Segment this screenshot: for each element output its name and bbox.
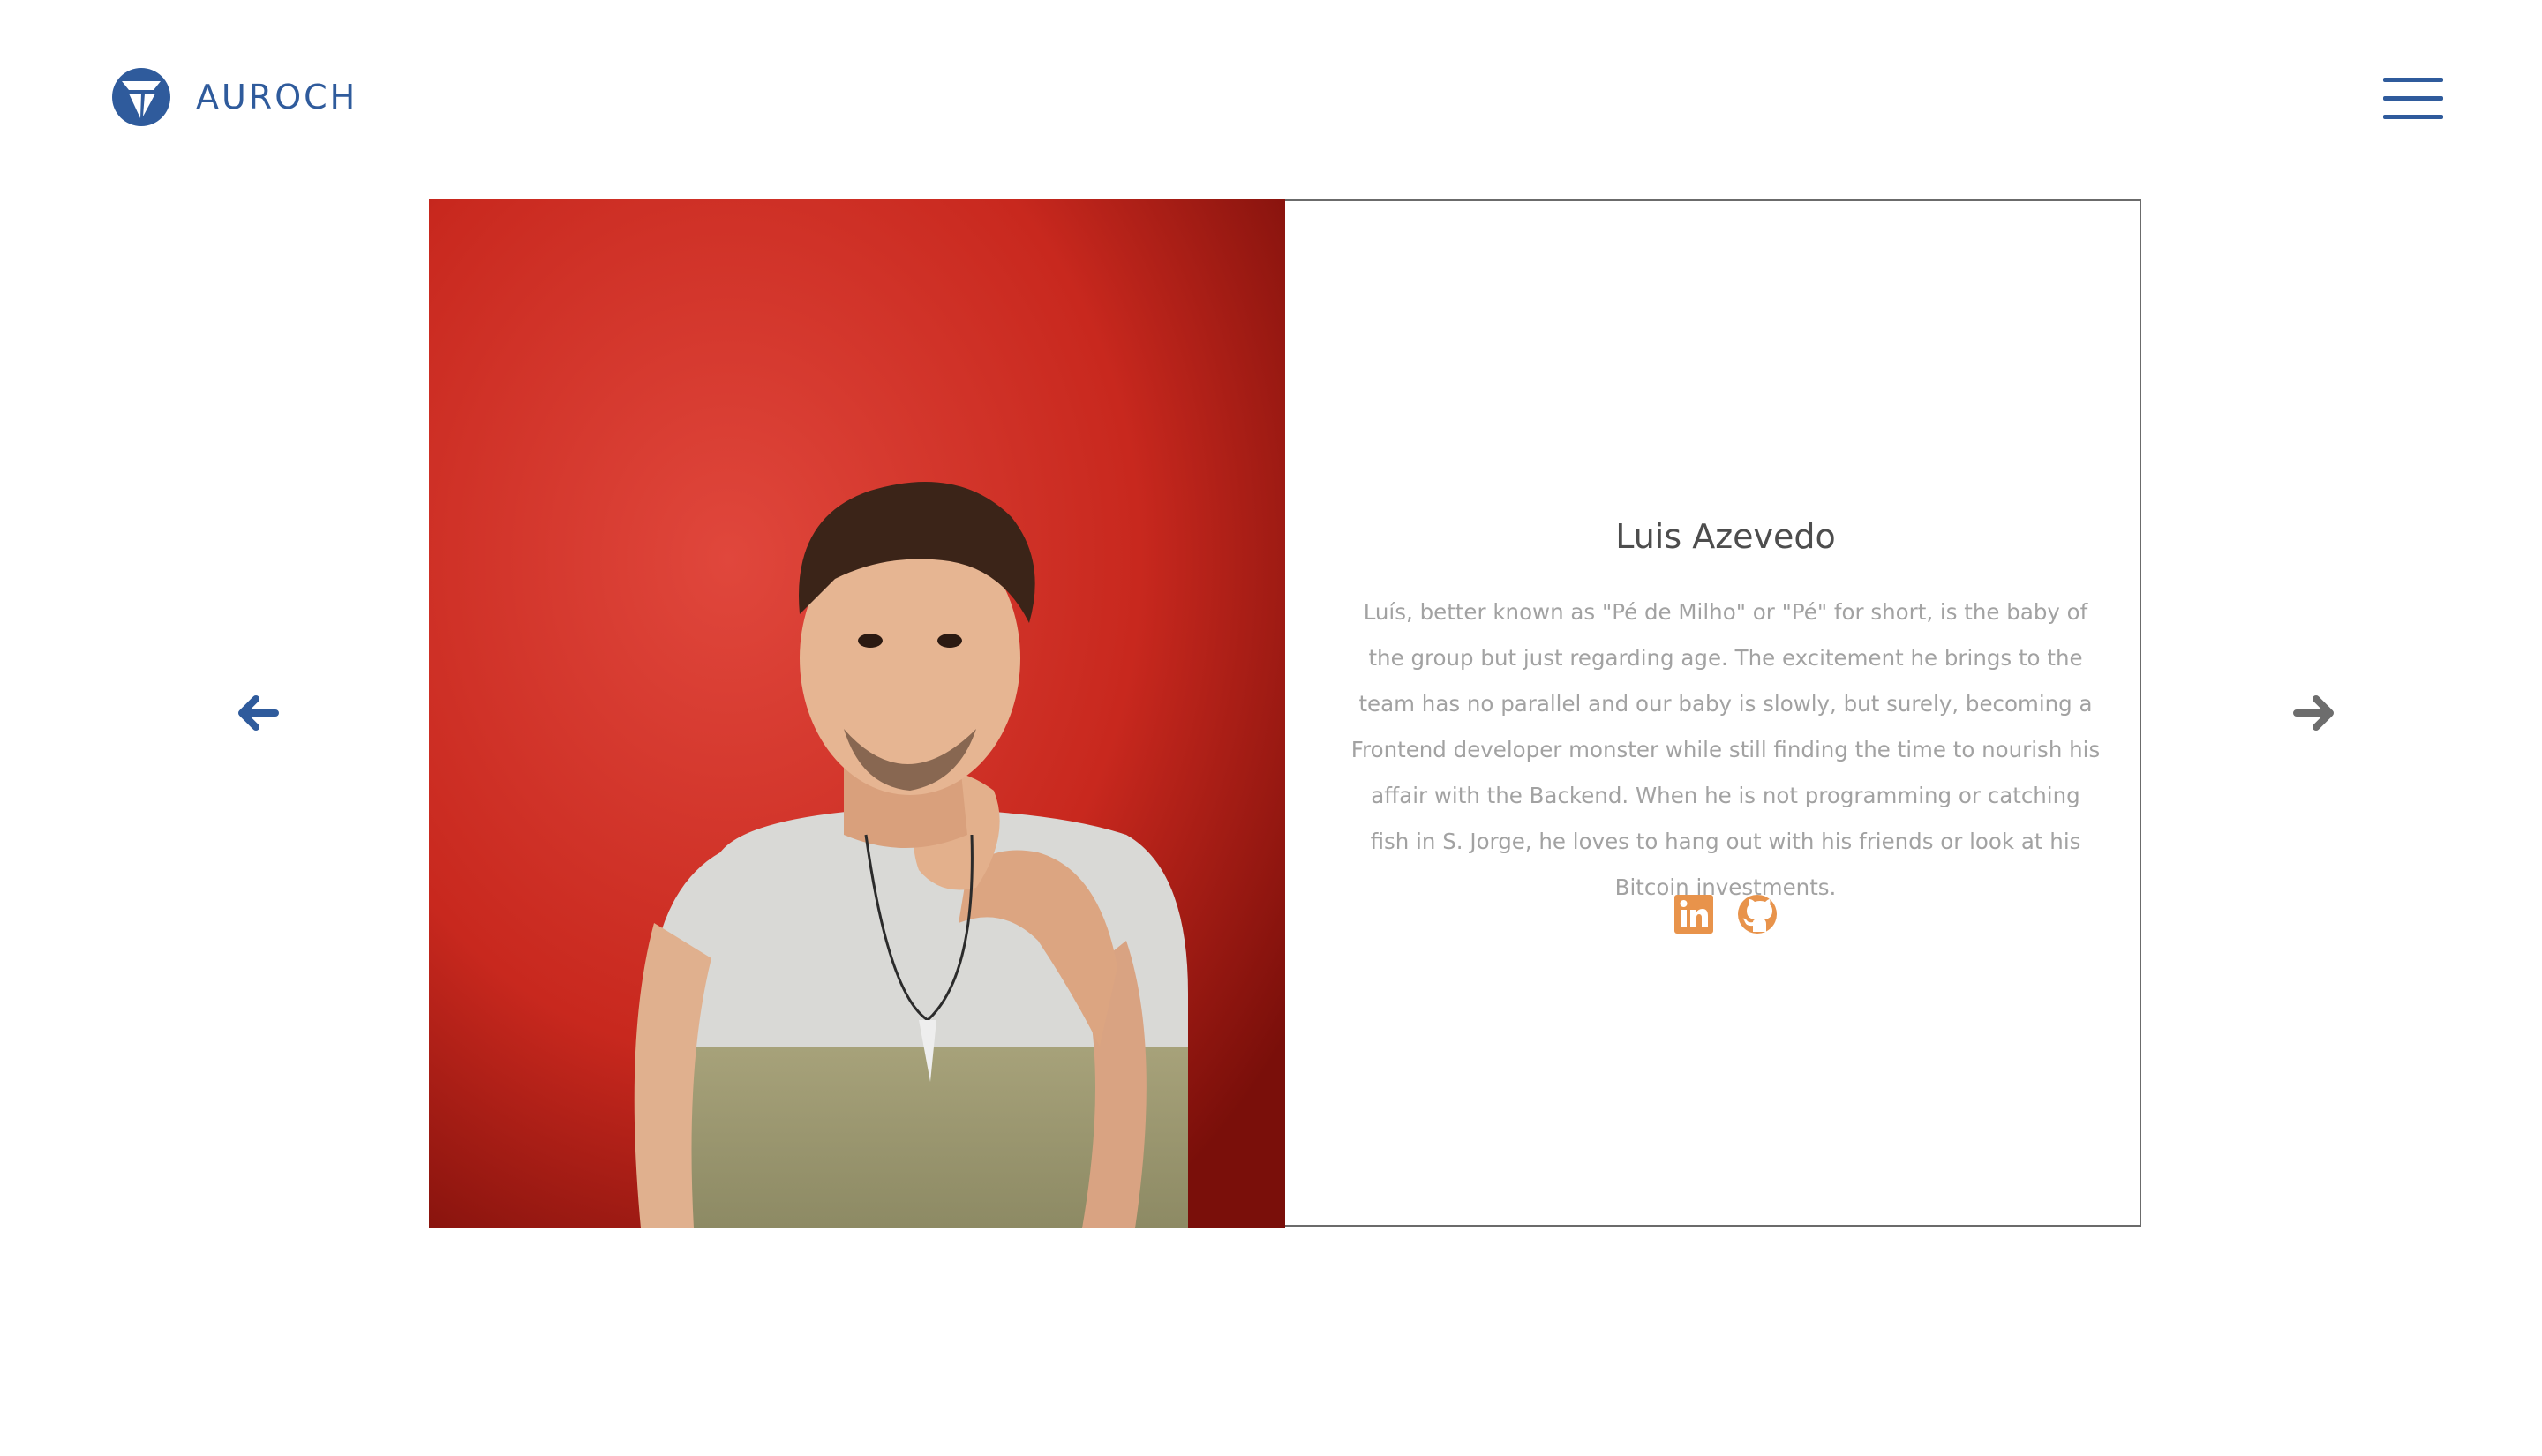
member-bio: Luís, better known as "Pé de Milho" or "… [1350, 599, 2101, 900]
github-icon [1738, 895, 1777, 934]
previous-member-button[interactable] [233, 688, 282, 738]
menu-bar-bottom [2383, 115, 2443, 119]
team-member-portrait [429, 199, 1285, 1228]
brand-name: AUROCH [196, 78, 358, 116]
team-member-page: AUROCH Luis Azevedo Luís, better known a… [0, 0, 2542, 1456]
team-member-card: Luis Azevedo Luís, better known as "Pé d… [429, 199, 2141, 1228]
hamburger-menu-icon[interactable] [2383, 76, 2443, 122]
linkedin-icon [1674, 895, 1713, 934]
member-name: Luis Azevedo [1615, 517, 1836, 556]
member-info: Luis Azevedo Luís, better known as "Pé d… [1313, 201, 2138, 1225]
auroch-logo-icon [112, 68, 170, 126]
arrow-left-icon [238, 695, 279, 731]
next-member-button[interactable] [2290, 688, 2339, 738]
menu-bar-middle [2383, 96, 2443, 101]
portrait-illustration [429, 199, 1285, 1228]
github-link[interactable] [1736, 893, 1779, 935]
arrow-right-icon [2293, 695, 2334, 731]
menu-bar-top [2383, 78, 2443, 82]
brand-home-link[interactable]: AUROCH [111, 67, 357, 127]
linkedin-link[interactable] [1673, 893, 1715, 935]
social-links [1313, 893, 2138, 935]
